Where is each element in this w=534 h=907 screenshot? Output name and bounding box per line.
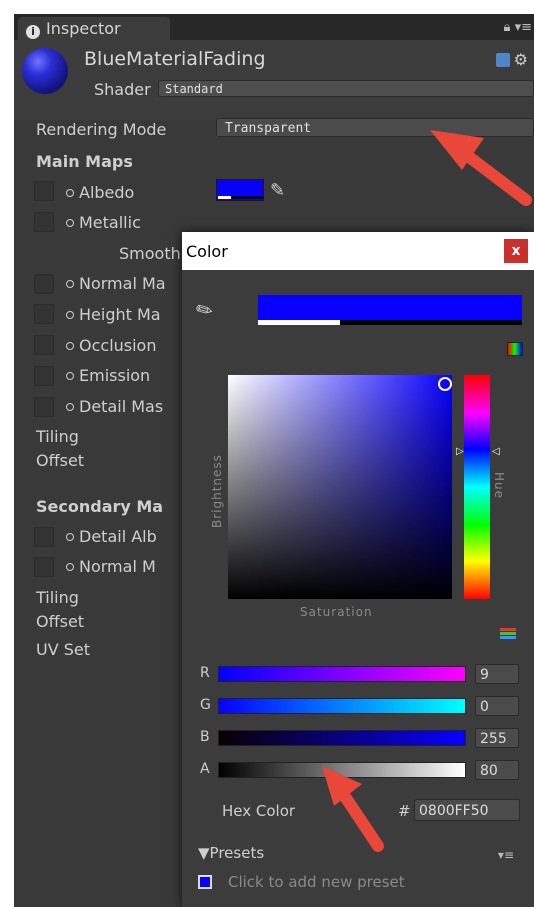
close-button[interactable]: x <box>504 239 528 263</box>
preset-swatch[interactable] <box>198 875 212 889</box>
tab-label: Inspector <box>46 19 121 38</box>
metallic-label: Metallic <box>66 213 141 232</box>
inspector-panel: i Inspector 🔒︎ ▾≡ BlueMaterialFading ⚙ Sh… <box>14 14 534 907</box>
metallic-texture-slot[interactable] <box>34 212 54 232</box>
emission-dot-icon <box>66 372 74 380</box>
secondary-normal-slot[interactable] <box>34 557 54 577</box>
emission-label: Emission <box>66 366 150 385</box>
occlusion-dot-icon <box>66 342 74 350</box>
channel-label-r: R <box>200 665 210 681</box>
green-slider[interactable] <box>218 698 466 714</box>
color-preview-bar <box>258 295 522 325</box>
material-name: BlueMaterialFading <box>84 48 266 70</box>
main-maps-header: Main Maps <box>36 152 133 171</box>
saturation-label: Saturation <box>300 605 373 619</box>
normal-dot-icon <box>66 280 74 288</box>
occlusion-label: Occlusion <box>66 336 156 355</box>
occlusion-slot[interactable] <box>34 335 54 355</box>
secondary-maps-header: Secondary Ma <box>36 497 164 516</box>
eyedropper-icon[interactable]: ✎ <box>270 180 285 201</box>
tiling-label: Tiling <box>36 427 79 446</box>
eyedropper-icon[interactable]: ✎ <box>191 295 218 324</box>
annotation-arrow-bottom <box>322 766 384 852</box>
rendering-mode-label: Rendering Mode <box>36 120 167 139</box>
color-picker-titlebar[interactable]: Color x <box>182 232 534 270</box>
hex-color-field[interactable]: 0800FF50 <box>414 799 520 821</box>
material-header: BlueMaterialFading ⚙ Shader Standard <box>14 40 534 120</box>
secondary-normal-label: Normal M <box>66 557 156 576</box>
header-icons: ⚙ <box>490 50 528 71</box>
smoothness-label: Smooth <box>119 244 181 263</box>
red-slider[interactable] <box>218 666 466 682</box>
hue-label: Hue <box>492 472 506 500</box>
color-mode-icon[interactable] <box>507 342 523 356</box>
saturation-brightness-box[interactable] <box>228 375 452 599</box>
presets-menu-icon[interactable]: ▾≡ <box>498 848 514 862</box>
uv-set-label: UV Set <box>36 640 91 659</box>
height-dot-icon <box>66 311 74 319</box>
albedo-label: Albedo <box>66 183 134 202</box>
tab-bar: i Inspector 🔒︎ ▾≡ <box>14 14 534 40</box>
hue-slider[interactable] <box>464 375 490 599</box>
offset2-label: Offset <box>36 612 85 631</box>
secondary-normal-dot-icon <box>66 563 74 571</box>
material-preview-sphere <box>22 48 68 94</box>
tab-inspector[interactable]: i Inspector <box>18 17 170 40</box>
shader-dropdown[interactable]: Standard <box>158 80 534 97</box>
help-icon[interactable] <box>495 53 510 67</box>
red-value-field[interactable]: 9 <box>475 664 519 684</box>
channel-label-b: B <box>200 729 210 745</box>
lock-menu-icons[interactable]: 🔒︎ ▾≡ <box>504 20 532 35</box>
presets-foldout[interactable]: ▼Presets <box>198 844 264 862</box>
gear-icon[interactable]: ⚙ <box>514 50 528 69</box>
albedo-color-swatch[interactable] <box>216 179 264 201</box>
annotation-arrow-top <box>430 130 532 206</box>
sv-cursor[interactable] <box>438 377 452 391</box>
blue-value-field[interactable]: 255 <box>475 728 519 748</box>
hex-color-label: Hex Color <box>222 802 296 820</box>
shader-label: Shader <box>94 80 151 99</box>
detail-mask-slot[interactable] <box>34 397 54 417</box>
info-icon: i <box>26 25 40 39</box>
albedo-dot-icon <box>66 189 74 197</box>
normal-map-slot[interactable] <box>34 274 54 294</box>
tiling2-label: Tiling <box>36 588 79 607</box>
slider-mode-icon[interactable] <box>500 628 516 640</box>
hue-marker-left-icon[interactable]: ▷ <box>456 446 464 457</box>
green-value-field[interactable]: 0 <box>475 696 519 716</box>
color-picker-window: Color x ✎ Brightness ▷ ◁ Hue Saturation … <box>182 232 534 907</box>
height-map-label: Height Ma <box>66 305 161 324</box>
detail-mask-label: Detail Mas <box>66 397 163 416</box>
alpha-value-field[interactable]: 80 <box>475 760 519 780</box>
hue-marker-right-icon[interactable]: ◁ <box>492 446 500 457</box>
offset-label: Offset <box>36 451 85 470</box>
detail-albedo-slot[interactable] <box>34 527 54 547</box>
channel-label-a: A <box>200 761 210 777</box>
metallic-dot-icon <box>66 219 74 227</box>
normal-map-label: Normal Ma <box>66 274 166 293</box>
detail-albedo-dot-icon <box>66 533 74 541</box>
brightness-label: Brightness <box>210 454 224 528</box>
detail-albedo-label: Detail Alb <box>66 527 157 546</box>
color-picker-title: Color <box>186 242 228 261</box>
blue-slider[interactable] <box>218 730 466 746</box>
emission-slot[interactable] <box>34 366 54 386</box>
albedo-texture-slot[interactable] <box>34 181 54 201</box>
detail-mask-dot-icon <box>66 403 74 411</box>
channel-label-g: G <box>200 697 211 713</box>
height-map-slot[interactable] <box>34 304 54 324</box>
foldout-triangle-icon: ▼ <box>198 844 210 862</box>
add-preset-hint[interactable]: Click to add new preset <box>228 873 405 891</box>
